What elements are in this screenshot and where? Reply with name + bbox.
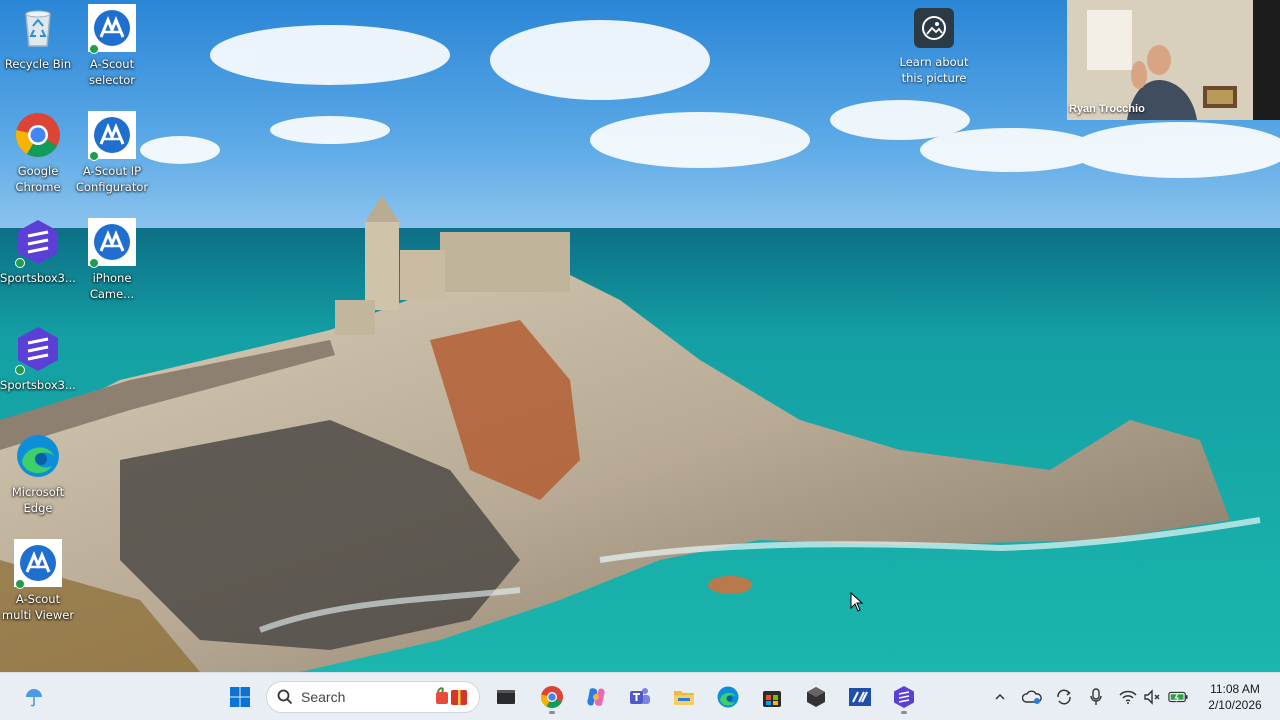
recycle-bin-label: Recycle Bin <box>4 57 72 71</box>
running-indicator <box>901 711 907 714</box>
clock-time: 11:08 AM <box>1210 682 1260 696</box>
chrome-icon <box>540 686 563 708</box>
recycle-bin-icon <box>14 4 62 52</box>
chrome-icon <box>14 111 62 159</box>
tray-onedrive-button[interactable] <box>1022 687 1042 707</box>
edge-icon <box>14 432 62 480</box>
copilot-icon <box>587 688 605 706</box>
iphone-camera-label: iPhone Came... <box>89 271 135 301</box>
search-icon <box>277 689 293 705</box>
google-chrome-shortcut[interactable]: Google Chrome <box>0 111 76 195</box>
ascout-taskbar-icon <box>849 688 871 706</box>
ascout-multi-viewer-shortcut[interactable]: A-Scout multi Viewer <box>0 539 76 623</box>
taskbar-search-box[interactable]: Search <box>266 681 480 713</box>
teams-icon <box>630 688 650 704</box>
sync-check-icon <box>15 365 25 375</box>
unity-icon <box>807 687 825 707</box>
taskbar-app-copilot[interactable] <box>578 679 614 715</box>
clock-date: 2/10/2026 <box>1208 698 1262 712</box>
taskbar-app-file-explorer[interactable] <box>666 679 702 715</box>
taskbar-clock[interactable]: 11:08 AM 2/10/2026 <box>1196 681 1274 713</box>
microsoft-edge-label: Microsoft Edge <box>11 485 65 515</box>
cloud-icon <box>1022 690 1042 704</box>
battery-charging-icon <box>1168 691 1188 703</box>
sportsbox-label-1: Sportsbox3... <box>0 271 76 285</box>
terminal-icon <box>497 690 515 704</box>
taskbar-app-edge[interactable] <box>710 679 746 715</box>
sync-check-icon <box>15 258 25 268</box>
sportsbox-shortcut-1[interactable]: Sportsbox3... <box>0 218 76 286</box>
ascout-multi-viewer-label: A-Scout multi Viewer <box>1 592 75 622</box>
tray-sync-button[interactable] <box>1054 687 1074 707</box>
ascout-selector-shortcut[interactable]: A-Scout selector <box>74 4 150 88</box>
ascout-selector-label: A-Scout selector <box>89 57 135 87</box>
wifi-icon <box>1119 690 1137 704</box>
sync-icon <box>1057 689 1071 705</box>
sync-check-icon <box>89 258 99 268</box>
volume-muted-icon <box>1144 689 1160 705</box>
store-icon <box>763 691 781 707</box>
microsoft-edge-shortcut[interactable]: Microsoft Edge <box>0 432 76 516</box>
video-call-margin <box>1253 0 1280 120</box>
iphone-camera-shortcut[interactable]: iPhone Came... <box>74 218 150 302</box>
show-hidden-icons-button[interactable] <box>990 687 1010 707</box>
tray-battery-button[interactable] <box>1168 687 1188 707</box>
ascout-ip-configurator-shortcut[interactable]: A-Scout IP Configurator <box>74 111 150 195</box>
video-call-tile: Ryan Trocchio <box>1067 0 1253 120</box>
learn-about-picture-label: Learn about this picture <box>899 55 969 85</box>
taskbar-app-terminal[interactable] <box>488 679 524 715</box>
ascout-ip-configurator-label: A-Scout IP Configurator <box>75 164 149 194</box>
edge-icon <box>717 686 739 708</box>
tray-network-button[interactable] <box>1118 687 1138 707</box>
sportsbox-label-2: Sportsbox3... <box>0 378 76 392</box>
taskbar-app-chrome[interactable] <box>534 679 570 715</box>
sync-check-icon <box>89 44 99 54</box>
taskbar-app-sportsbox[interactable] <box>886 679 922 715</box>
spotlight-icon <box>914 8 954 48</box>
taskbar-app-teams[interactable] <box>622 679 658 715</box>
windows-start-icon <box>230 687 250 707</box>
sportsbox-icon <box>14 325 62 375</box>
learn-about-picture[interactable]: Learn about this picture <box>896 8 972 86</box>
sportsbox-icon <box>894 686 914 708</box>
microphone-icon <box>1090 688 1102 705</box>
sportsbox-icon <box>14 218 62 268</box>
search-highlight-icon <box>436 687 467 705</box>
taskbar: Search 11:08 AM 2/10/2026 <box>0 672 1280 720</box>
tray-microphone-button[interactable] <box>1086 687 1106 707</box>
taskbar-app-microsoft-store[interactable] <box>754 679 790 715</box>
folder-icon <box>674 691 694 705</box>
taskbar-app-ascout[interactable] <box>842 679 878 715</box>
weather-widget-button[interactable] <box>16 679 52 715</box>
taskbar-app-unity[interactable] <box>798 679 834 715</box>
google-chrome-label: Google Chrome <box>15 164 61 194</box>
participant-name: Ryan Trocchio <box>1069 103 1145 115</box>
mouse-cursor-icon <box>850 591 864 616</box>
search-label: Search <box>301 689 346 705</box>
start-button[interactable] <box>222 679 258 715</box>
sync-check-icon <box>89 151 99 161</box>
chevron-up-icon <box>995 693 1005 700</box>
sportsbox-shortcut-2[interactable]: Sportsbox3... <box>0 325 76 393</box>
sync-check-icon <box>15 579 25 589</box>
tray-volume-button[interactable] <box>1142 687 1162 707</box>
weather-icon <box>26 689 42 707</box>
recycle-bin-shortcut[interactable]: Recycle Bin <box>0 4 76 72</box>
running-indicator <box>549 711 555 714</box>
